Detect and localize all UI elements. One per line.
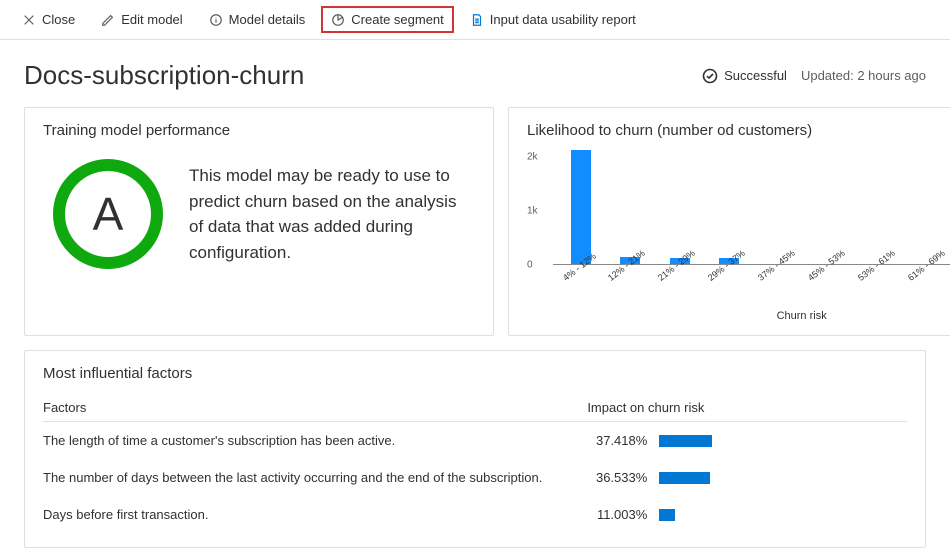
x-label-col: 4% - 12%	[557, 271, 600, 286]
x-label-col: 12% - 21%	[602, 271, 650, 286]
table-row: The number of days between the last acti…	[43, 459, 907, 496]
x-label-col: 45% - 53%	[802, 271, 850, 286]
toolbar: Close Edit model Model details Create se…	[0, 0, 950, 40]
table-row: The length of time a customer's subscrip…	[43, 422, 907, 459]
status-area: Successful Updated: 2 hours ago	[702, 68, 926, 84]
y-tick-1k: 1k	[527, 206, 538, 217]
close-button[interactable]: Close	[12, 6, 85, 33]
impact-bar	[659, 509, 674, 521]
x-axis-title: Churn risk	[553, 310, 950, 322]
model-details-label: Model details	[229, 12, 306, 27]
model-details-button[interactable]: Model details	[199, 6, 316, 33]
churn-chart: 2k 1k 0 4% - 12%12% - 21%21% - 29%29% - …	[527, 151, 950, 321]
col-head-factor: Factors	[43, 400, 587, 415]
factor-label: Days before first transaction.	[43, 507, 587, 522]
page-title: Docs-subscription-churn	[24, 60, 304, 91]
info-icon	[209, 13, 223, 27]
training-performance-card: Training model performance A This model …	[24, 107, 494, 336]
bar-col	[557, 150, 605, 264]
x-label-col: 61% - 69%	[902, 271, 950, 286]
create-segment-button[interactable]: Create segment	[321, 6, 454, 33]
checkmark-circle-icon	[702, 68, 718, 84]
bar	[571, 150, 591, 264]
grade-ring: A	[53, 159, 163, 269]
usability-report-label: Input data usability report	[490, 12, 636, 27]
table-row: Days before first transaction.11.003%	[43, 496, 907, 533]
close-icon	[22, 13, 36, 27]
x-label-col: 21% - 29%	[652, 271, 700, 286]
status-badge: Successful	[702, 68, 787, 84]
impact-cell: 37.418%	[587, 433, 907, 448]
document-icon	[470, 13, 484, 27]
x-label-col: 37% - 45%	[752, 271, 800, 286]
churn-card-title: Likelihood to churn (number od customers…	[527, 122, 950, 139]
factor-label: The number of days between the last acti…	[43, 470, 587, 485]
impact-bar	[659, 435, 711, 447]
perf-body: A This model may be ready to use to pred…	[43, 151, 475, 287]
factors-table: Factors Impact on churn risk The length …	[43, 394, 907, 533]
impact-percent: 36.533%	[587, 470, 647, 485]
x-labels: 4% - 12%12% - 21%21% - 29%29% - 37%37% -…	[553, 271, 950, 286]
factors-title: Most influential factors	[43, 365, 907, 382]
factors-head: Factors Impact on churn risk	[43, 394, 907, 422]
x-label-col: 29% - 37%	[702, 271, 750, 286]
updated-text: Updated: 2 hours ago	[801, 68, 926, 83]
header-row: Docs-subscription-churn Successful Updat…	[0, 40, 950, 99]
impact-bar-wrap	[659, 509, 799, 521]
usability-report-button[interactable]: Input data usability report	[460, 6, 646, 33]
perf-card-title: Training model performance	[43, 122, 475, 139]
edit-model-button[interactable]: Edit model	[91, 6, 192, 33]
status-text: Successful	[724, 68, 787, 83]
churn-likelihood-card: Likelihood to churn (number od customers…	[508, 107, 950, 336]
perf-description: This model may be ready to use to predic…	[189, 163, 459, 265]
impact-percent: 11.003%	[587, 507, 647, 522]
impact-cell: 36.533%	[587, 470, 907, 485]
x-label-col: 53% - 61%	[852, 271, 900, 286]
impact-bar-wrap	[659, 435, 799, 447]
impact-cell: 11.003%	[587, 507, 907, 522]
y-tick-2k: 2k	[527, 152, 538, 163]
close-label: Close	[42, 12, 75, 27]
impact-bar	[659, 472, 710, 484]
y-tick-0: 0	[527, 260, 533, 271]
factors-card: Most influential factors Factors Impact …	[24, 350, 926, 548]
impact-percent: 37.418%	[587, 433, 647, 448]
create-segment-label: Create segment	[351, 12, 444, 27]
edit-model-label: Edit model	[121, 12, 182, 27]
col-head-impact: Impact on churn risk	[587, 400, 907, 415]
segment-icon	[331, 13, 345, 27]
grade-letter: A	[93, 187, 124, 241]
cards-row: Training model performance A This model …	[0, 99, 950, 336]
impact-bar-wrap	[659, 472, 799, 484]
pencil-icon	[101, 13, 115, 27]
factor-label: The length of time a customer's subscrip…	[43, 433, 587, 448]
